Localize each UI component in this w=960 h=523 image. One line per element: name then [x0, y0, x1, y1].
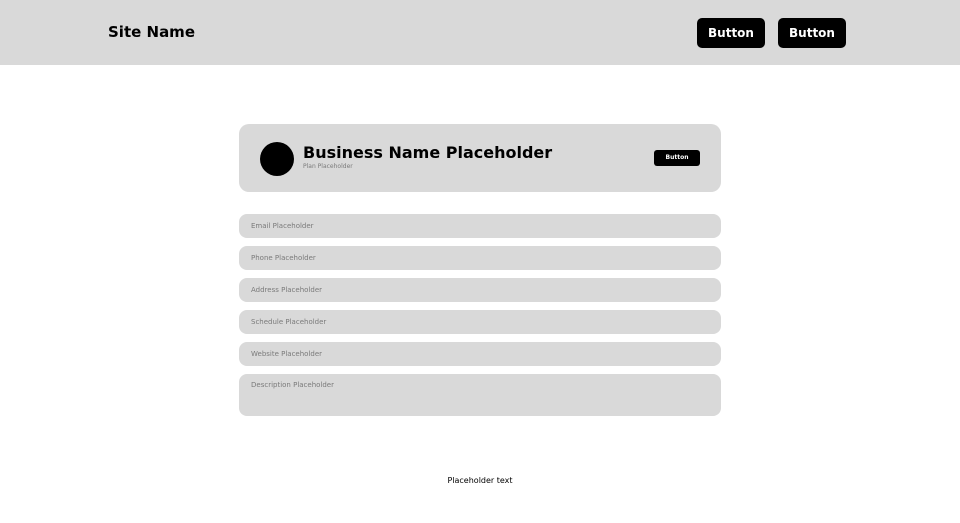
business-avatar: [260, 142, 294, 176]
site-header: Site Name Button Button: [0, 0, 960, 65]
business-name: Business Name Placeholder: [303, 143, 553, 162]
description-field[interactable]: [239, 374, 721, 416]
site-name[interactable]: Site Name: [108, 22, 195, 42]
schedule-field[interactable]: [239, 310, 721, 334]
header-button-2[interactable]: Button: [778, 18, 846, 48]
header-button-1[interactable]: Button: [697, 18, 765, 48]
profile-action-button[interactable]: Button: [654, 150, 700, 166]
address-field[interactable]: [239, 278, 721, 302]
footer-text: Placeholder text: [447, 476, 513, 485]
plan-label: Plan Placeholder: [303, 163, 353, 170]
phone-field[interactable]: [239, 246, 721, 270]
email-field[interactable]: [239, 214, 721, 238]
website-field[interactable]: [239, 342, 721, 366]
business-profile-card: Business Name Placeholder Plan Placehold…: [239, 124, 721, 192]
